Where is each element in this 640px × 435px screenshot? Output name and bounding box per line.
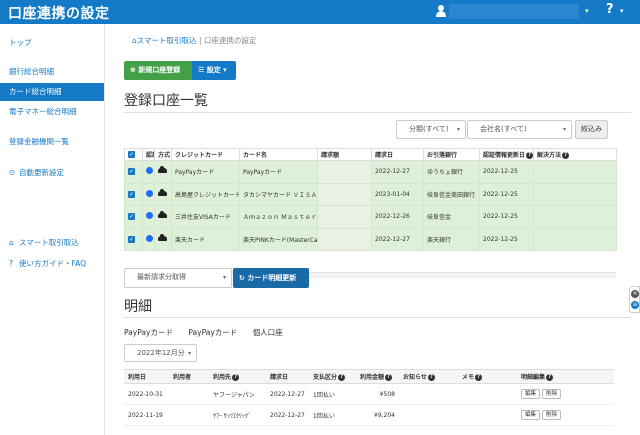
user-icon[interactable] bbox=[436, 5, 446, 17]
month-select[interactable]: 2022年12月分 ▾ bbox=[124, 344, 197, 362]
sidebar: トップ 銀行総合明細 カード総合明細 電子マネー総合明細 登録金融機関一覧 ⊙ 自… bbox=[0, 24, 105, 435]
register-account-button[interactable]: ⊕ 新規口座登録 bbox=[124, 61, 192, 80]
close-icon[interactable]: × bbox=[631, 290, 639, 298]
breadcrumb: ⌂スマート取引取込 | 口座連携の設定 bbox=[132, 36, 257, 45]
home-icon: ⌂ bbox=[9, 238, 14, 247]
chevron-down-icon[interactable]: ▾ bbox=[620, 7, 624, 15]
help-icon: ? bbox=[526, 152, 533, 159]
row-checkbox[interactable]: ✓ bbox=[124, 182, 143, 206]
status-dot-icon bbox=[142, 182, 155, 206]
sidebar-item-emoney[interactable]: 電子マネー総合明細 bbox=[0, 103, 104, 121]
update-card-details-button[interactable]: ↻ カード明細更新 bbox=[233, 268, 309, 288]
chevron-down-icon[interactable]: ▾ bbox=[585, 7, 589, 15]
table-row[interactable]: ✓ 三井住友VISAカード Ａｍａｚｏｎ Ｍａｓｔｅｒクラシック . 2022-… bbox=[124, 205, 617, 229]
top-bar: 口座連携の設定 ▾ ? ▾ bbox=[0, 0, 640, 24]
row-checkbox[interactable]: ✓ bbox=[124, 160, 143, 184]
accounts-heading: 登録口座一覧 bbox=[124, 93, 208, 109]
help-icon: ? bbox=[562, 152, 570, 159]
help-icon: ? bbox=[338, 374, 346, 381]
tab-card-2[interactable]: PayPayカード bbox=[188, 328, 237, 337]
amount-masked: . bbox=[317, 227, 372, 251]
accounts-table: ✓ 認証 方式 クレジットカード カード名 請求額 請求日 お引落銀行 認証情報… bbox=[124, 148, 617, 251]
table-row[interactable]: ✓ PayPayカード PayPayカード . 2022-12-27 ゆうちょ銀… bbox=[124, 160, 617, 184]
select-all-checkbox[interactable]: ✓ bbox=[124, 148, 143, 161]
sidebar-item-top[interactable]: トップ bbox=[0, 34, 104, 52]
amount-masked: . bbox=[317, 205, 372, 229]
card-tabs: PayPayカード PayPayカード 個人口座 bbox=[124, 327, 296, 338]
help-icon: ? bbox=[232, 374, 240, 381]
details-heading: 明細 bbox=[124, 299, 152, 315]
status-dot-icon bbox=[142, 205, 155, 229]
cloud-icon bbox=[154, 182, 172, 206]
sidebar-item-bank[interactable]: 銀行総合明細 bbox=[0, 63, 104, 81]
status-dot-icon bbox=[142, 160, 155, 184]
delete-button[interactable]: 削除 bbox=[542, 410, 561, 420]
table-row[interactable]: ✓ 高島屋クレジットカード タカシマヤカード ＶＩＳＡ . 2023-01-04… bbox=[124, 182, 617, 206]
main-content: ⌂スマート取引取込 | 口座連携の設定 ⊕ 新規口座登録 ☰ 設定 ▾ 登録口座… bbox=[105, 24, 640, 435]
edit-button[interactable]: 編集 bbox=[521, 389, 540, 399]
update-type-select[interactable]: 最新請求分取得 ▾ bbox=[124, 268, 232, 288]
amount-masked: . bbox=[317, 160, 372, 184]
divider bbox=[124, 317, 631, 318]
details-table: 利用日 利用者 利用先? 請求日 支払区分? 利用金額? お知らせ? メモ? 明… bbox=[124, 369, 614, 426]
breadcrumb-current: 口座連携の設定 bbox=[203, 36, 257, 45]
table-header-row: 利用日 利用者 利用先? 請求日 支払区分? 利用金額? お知らせ? メモ? 明… bbox=[124, 369, 614, 384]
sidebar-item-card[interactable]: カード総合明細 bbox=[0, 83, 104, 101]
company-filter-select[interactable]: 会社名(すべて) ▾ bbox=[467, 120, 572, 139]
clock-icon: ⊙ bbox=[9, 168, 16, 177]
tab-card-1[interactable]: PayPayカード bbox=[124, 328, 173, 337]
edit-button[interactable]: 編集 bbox=[521, 410, 540, 420]
delete-button[interactable]: 削除 bbox=[542, 389, 561, 399]
divider bbox=[124, 112, 631, 113]
row-checkbox[interactable]: ✓ bbox=[124, 227, 143, 251]
sidebar-item-smart-import[interactable]: ⌂ スマート取引取込 bbox=[0, 234, 104, 252]
side-widget: × ≡ bbox=[629, 286, 640, 313]
category-filter-select[interactable]: 分類(すべて) ▾ bbox=[396, 120, 466, 139]
cloud-icon bbox=[154, 205, 172, 229]
help-icon: ? bbox=[475, 374, 483, 381]
filter-button[interactable]: 絞込み bbox=[575, 120, 608, 139]
tab-personal[interactable]: 個人口座 bbox=[253, 328, 283, 337]
user-name-masked[interactable] bbox=[449, 4, 579, 19]
table-row[interactable]: ✓ 楽天カード 楽天PINKカード(MasterCard) . 2022-12-… bbox=[124, 227, 617, 251]
help-button[interactable]: ? bbox=[606, 2, 614, 17]
sidebar-item-guide[interactable]: ? 使い方ガイド・FAQ bbox=[0, 255, 104, 273]
status-dot-icon bbox=[142, 227, 155, 251]
sidebar-item-institutions[interactable]: 登録金融機関一覧 bbox=[0, 133, 104, 151]
table-row: 2022-10-31 ヤフージャパン 2022-12-27 1回払い ¥508 … bbox=[124, 383, 614, 405]
page-title: 口座連携の設定 bbox=[8, 6, 110, 22]
table-header-row: ✓ 認証 方式 クレジットカード カード名 請求額 請求日 お引落銀行 認証情報… bbox=[124, 148, 617, 161]
question-icon: ? bbox=[9, 259, 13, 268]
amount-masked: . bbox=[317, 182, 372, 206]
cloud-icon bbox=[154, 227, 172, 251]
help-icon: ? bbox=[546, 374, 554, 381]
help-icon: ? bbox=[385, 374, 393, 381]
chat-icon[interactable]: ≡ bbox=[631, 301, 639, 309]
cloud-icon bbox=[154, 160, 172, 184]
settings-dropdown-button[interactable]: ☰ 設定 ▾ bbox=[192, 61, 236, 80]
row-checkbox[interactable]: ✓ bbox=[124, 205, 143, 229]
help-icon: ? bbox=[427, 374, 435, 381]
breadcrumb-home[interactable]: ⌂スマート取引取込 bbox=[132, 36, 197, 45]
table-row: 2022-11-19 ﾔﾌｰ ｻｯﾂｴｸﾘｯｸﾞ 2022-12-27 1回払い… bbox=[124, 404, 614, 426]
sidebar-item-auto-update[interactable]: ⊙ 自動更新設定 bbox=[0, 164, 104, 182]
